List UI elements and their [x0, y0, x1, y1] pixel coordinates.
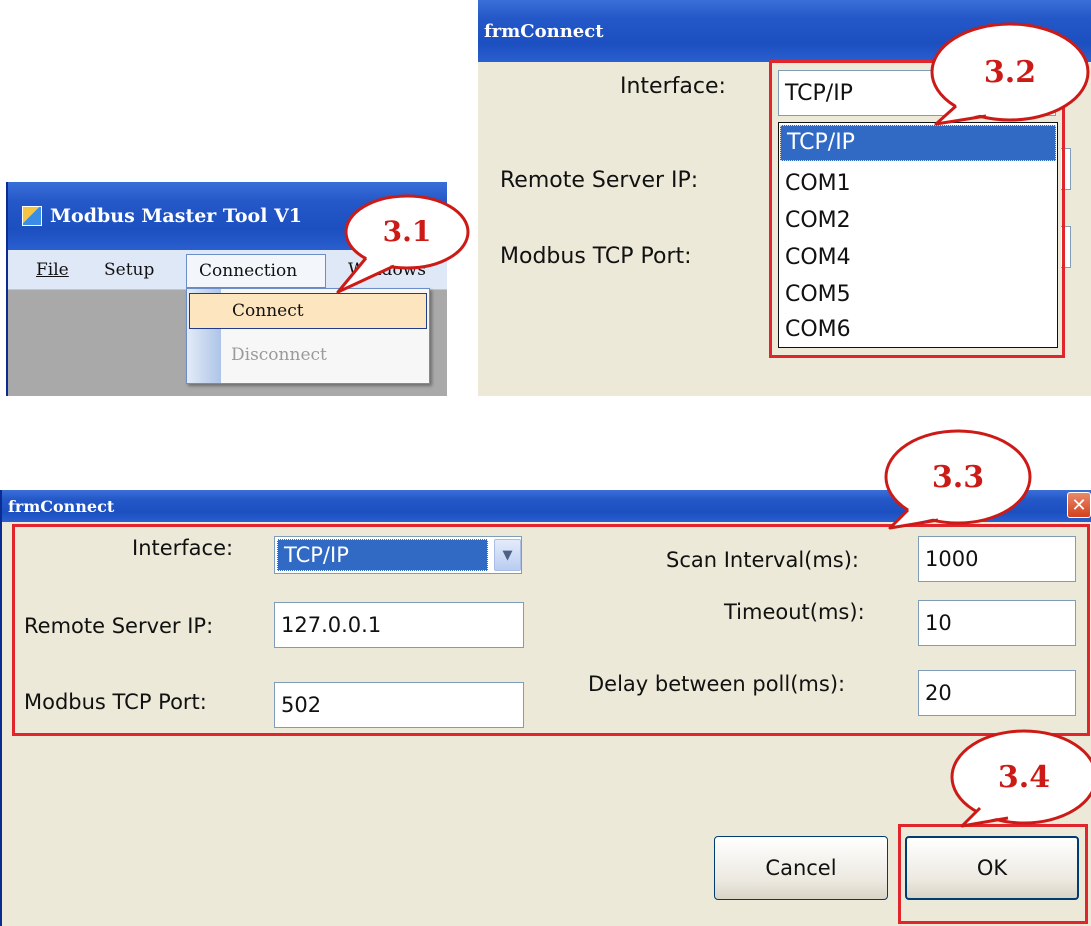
callout-3-4-label: 3.4	[997, 760, 1051, 795]
callout-3-1-label: 3.1	[382, 215, 432, 248]
callout-3-3-label: 3.3	[931, 460, 985, 495]
callout-3-2-label: 3.2	[983, 55, 1037, 90]
